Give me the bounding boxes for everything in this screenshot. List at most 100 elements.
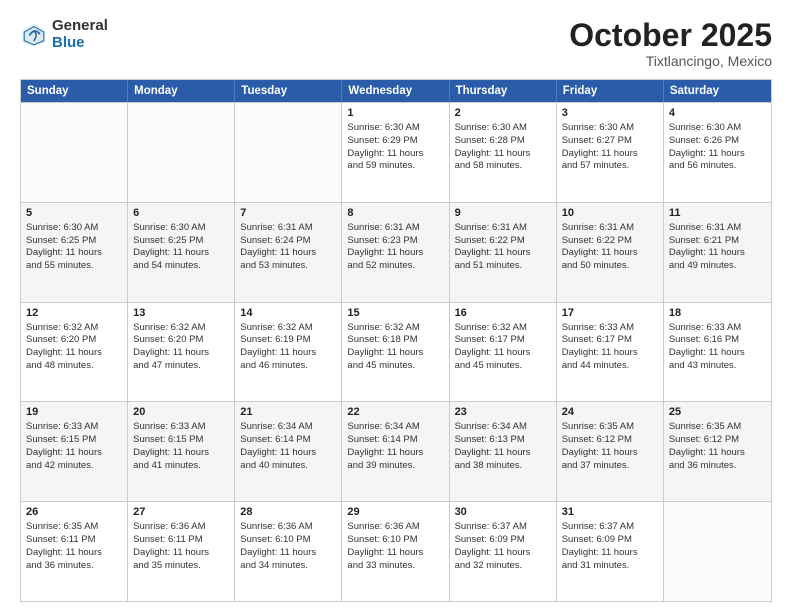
day-info-line: Daylight: 11 hours — [455, 447, 551, 460]
day-cell-13: 13Sunrise: 6:32 AMSunset: 6:20 PMDayligh… — [128, 303, 235, 402]
day-info-line: Daylight: 11 hours — [455, 247, 551, 260]
day-info-line: Sunrise: 6:37 AM — [455, 521, 551, 534]
day-info-line: Daylight: 11 hours — [669, 148, 766, 161]
day-info-line: Daylight: 11 hours — [26, 347, 122, 360]
empty-cell — [128, 103, 235, 202]
day-info-line: Daylight: 11 hours — [133, 247, 229, 260]
day-info-line: Sunset: 6:29 PM — [347, 135, 443, 148]
day-cell-1: 1Sunrise: 6:30 AMSunset: 6:29 PMDaylight… — [342, 103, 449, 202]
day-info-line: Sunrise: 6:31 AM — [562, 222, 658, 235]
day-number: 24 — [562, 405, 658, 420]
day-info-line: Sunrise: 6:36 AM — [240, 521, 336, 534]
day-number: 7 — [240, 206, 336, 221]
day-info-line: Sunset: 6:21 PM — [669, 235, 766, 248]
day-number: 13 — [133, 306, 229, 321]
day-info-line: and 36 minutes. — [669, 460, 766, 473]
day-number: 19 — [26, 405, 122, 420]
month-title: October 2025 — [569, 18, 772, 53]
day-info-line: Daylight: 11 hours — [562, 247, 658, 260]
day-info-line: Sunset: 6:23 PM — [347, 235, 443, 248]
day-info-line: Daylight: 11 hours — [562, 347, 658, 360]
day-number: 31 — [562, 505, 658, 520]
day-number: 28 — [240, 505, 336, 520]
weekday-header-wednesday: Wednesday — [342, 80, 449, 102]
day-cell-19: 19Sunrise: 6:33 AMSunset: 6:15 PMDayligh… — [21, 402, 128, 501]
day-info-line: Sunset: 6:28 PM — [455, 135, 551, 148]
day-info-line: and 57 minutes. — [562, 160, 658, 173]
day-cell-3: 3Sunrise: 6:30 AMSunset: 6:27 PMDaylight… — [557, 103, 664, 202]
day-info-line: Sunset: 6:13 PM — [455, 434, 551, 447]
day-info-line: Sunrise: 6:33 AM — [26, 421, 122, 434]
day-info-line: Daylight: 11 hours — [669, 347, 766, 360]
day-info-line: Daylight: 11 hours — [240, 347, 336, 360]
day-number: 30 — [455, 505, 551, 520]
day-info-line: Sunset: 6:10 PM — [347, 534, 443, 547]
day-info-line: and 33 minutes. — [347, 560, 443, 573]
day-cell-5: 5Sunrise: 6:30 AMSunset: 6:25 PMDaylight… — [21, 203, 128, 302]
day-info-line: and 52 minutes. — [347, 260, 443, 273]
day-info-line: and 44 minutes. — [562, 360, 658, 373]
day-info-line: Daylight: 11 hours — [133, 547, 229, 560]
day-cell-9: 9Sunrise: 6:31 AMSunset: 6:22 PMDaylight… — [450, 203, 557, 302]
day-info-line: Sunset: 6:17 PM — [562, 334, 658, 347]
day-info-line: Sunrise: 6:32 AM — [240, 322, 336, 335]
day-cell-27: 27Sunrise: 6:36 AMSunset: 6:11 PMDayligh… — [128, 502, 235, 601]
day-info-line: Sunset: 6:10 PM — [240, 534, 336, 547]
day-info-line: and 39 minutes. — [347, 460, 443, 473]
day-number: 16 — [455, 306, 551, 321]
day-info-line: Daylight: 11 hours — [669, 247, 766, 260]
day-info-line: Sunrise: 6:30 AM — [669, 122, 766, 135]
day-info-line: Sunset: 6:17 PM — [455, 334, 551, 347]
day-number: 27 — [133, 505, 229, 520]
calendar-row-3: 12Sunrise: 6:32 AMSunset: 6:20 PMDayligh… — [21, 302, 771, 402]
logo-text: General Blue — [52, 18, 108, 51]
day-info-line: Sunset: 6:11 PM — [26, 534, 122, 547]
day-number: 2 — [455, 106, 551, 121]
day-number: 18 — [669, 306, 766, 321]
weekday-header-saturday: Saturday — [664, 80, 771, 102]
day-number: 8 — [347, 206, 443, 221]
calendar-header: SundayMondayTuesdayWednesdayThursdayFrid… — [21, 80, 771, 102]
day-info-line: Sunrise: 6:30 AM — [347, 122, 443, 135]
day-info-line: Sunrise: 6:31 AM — [347, 222, 443, 235]
day-info-line: Sunset: 6:26 PM — [669, 135, 766, 148]
day-info-line: Sunset: 6:14 PM — [240, 434, 336, 447]
day-cell-14: 14Sunrise: 6:32 AMSunset: 6:19 PMDayligh… — [235, 303, 342, 402]
header: General Blue October 2025 Tixtlancingo, … — [20, 18, 772, 69]
day-number: 4 — [669, 106, 766, 121]
day-cell-4: 4Sunrise: 6:30 AMSunset: 6:26 PMDaylight… — [664, 103, 771, 202]
day-info-line: and 50 minutes. — [562, 260, 658, 273]
logo-blue-text: Blue — [52, 35, 108, 52]
day-info-line: Sunset: 6:09 PM — [562, 534, 658, 547]
calendar-row-5: 26Sunrise: 6:35 AMSunset: 6:11 PMDayligh… — [21, 501, 771, 601]
day-cell-16: 16Sunrise: 6:32 AMSunset: 6:17 PMDayligh… — [450, 303, 557, 402]
calendar-body: 1Sunrise: 6:30 AMSunset: 6:29 PMDaylight… — [21, 102, 771, 601]
day-number: 20 — [133, 405, 229, 420]
day-info-line: Sunset: 6:24 PM — [240, 235, 336, 248]
weekday-header-friday: Friday — [557, 80, 664, 102]
day-info-line: Sunset: 6:27 PM — [562, 135, 658, 148]
day-cell-7: 7Sunrise: 6:31 AMSunset: 6:24 PMDaylight… — [235, 203, 342, 302]
calendar-row-2: 5Sunrise: 6:30 AMSunset: 6:25 PMDaylight… — [21, 202, 771, 302]
title-block: October 2025 Tixtlancingo, Mexico — [569, 18, 772, 69]
day-info-line: Sunset: 6:20 PM — [26, 334, 122, 347]
day-cell-15: 15Sunrise: 6:32 AMSunset: 6:18 PMDayligh… — [342, 303, 449, 402]
day-info-line: and 47 minutes. — [133, 360, 229, 373]
day-info-line: Daylight: 11 hours — [347, 247, 443, 260]
day-info-line: Sunrise: 6:32 AM — [455, 322, 551, 335]
day-cell-21: 21Sunrise: 6:34 AMSunset: 6:14 PMDayligh… — [235, 402, 342, 501]
day-info-line: Sunrise: 6:36 AM — [347, 521, 443, 534]
day-info-line: Daylight: 11 hours — [347, 447, 443, 460]
day-info-line: Daylight: 11 hours — [240, 447, 336, 460]
day-info-line: Sunrise: 6:36 AM — [133, 521, 229, 534]
day-info-line: and 43 minutes. — [669, 360, 766, 373]
weekday-header-thursday: Thursday — [450, 80, 557, 102]
day-info-line: Sunrise: 6:34 AM — [455, 421, 551, 434]
day-info-line: and 41 minutes. — [133, 460, 229, 473]
day-info-line: Sunrise: 6:30 AM — [133, 222, 229, 235]
day-info-line: Sunrise: 6:32 AM — [26, 322, 122, 335]
day-info-line: Sunrise: 6:33 AM — [562, 322, 658, 335]
day-cell-22: 22Sunrise: 6:34 AMSunset: 6:14 PMDayligh… — [342, 402, 449, 501]
day-info-line: Sunset: 6:12 PM — [669, 434, 766, 447]
day-info-line: Sunrise: 6:34 AM — [347, 421, 443, 434]
